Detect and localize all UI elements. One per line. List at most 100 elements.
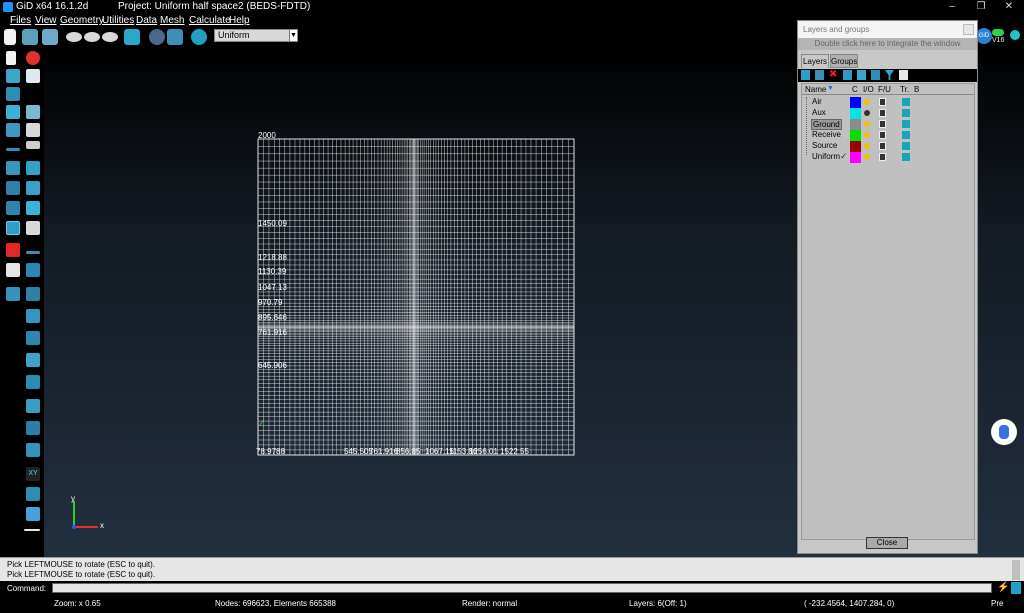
gid-badge-icon[interactable]: GiD [976, 28, 992, 44]
folder-icon[interactable] [26, 181, 40, 195]
layer-name[interactable]: Air [811, 97, 823, 106]
delete-x-icon[interactable] [6, 243, 20, 257]
chevron-down-icon[interactable]: ▼ [289, 30, 297, 41]
lightbulb-icon[interactable] [864, 99, 870, 105]
minimize-icon[interactable]: – [938, 0, 966, 14]
zoom-in-icon[interactable] [6, 69, 20, 83]
maximize-icon[interactable]: ❐ [967, 0, 995, 14]
move-icon[interactable] [26, 221, 40, 235]
intersect-icon[interactable] [26, 353, 40, 367]
swap-icon[interactable] [26, 287, 40, 301]
erase-icon[interactable] [6, 263, 20, 277]
filter-icon[interactable] [885, 70, 894, 80]
render-mode-select[interactable]: Uniform ▼ [214, 29, 298, 42]
tab-groups[interactable]: Groups [830, 54, 858, 68]
layer-color-swatch[interactable] [850, 108, 861, 119]
measure-icon[interactable] [26, 421, 40, 435]
layer-name[interactable]: Ground [811, 119, 842, 130]
transparency-icon[interactable] [902, 131, 910, 139]
menu-data[interactable]: Data [136, 15, 157, 26]
layer-row[interactable]: Receive [802, 130, 976, 141]
eye-icon[interactable] [66, 32, 82, 42]
transparency-icon[interactable] [902, 98, 910, 106]
menu-view[interactable]: View [35, 15, 57, 26]
gear-icon[interactable] [191, 29, 207, 45]
menu-geometry[interactable]: Geometry [60, 15, 104, 26]
lock-icon[interactable] [879, 109, 886, 117]
floating-toggle-button[interactable] [991, 419, 1017, 445]
pan-icon[interactable] [6, 105, 20, 119]
menu-utilities[interactable]: Utilities [102, 15, 134, 26]
tab-layers[interactable]: Layers [801, 54, 829, 68]
open-folder-icon[interactable] [22, 29, 38, 45]
close-button[interactable]: Close [866, 537, 908, 549]
menu-files[interactable]: Files [10, 15, 31, 26]
close-window-icon[interactable]: ✕ [995, 0, 1023, 14]
select-icon[interactable] [26, 399, 40, 413]
lightbulb-icon[interactable] [864, 154, 870, 160]
info-icon[interactable] [26, 507, 40, 521]
layer-stack-icon[interactable] [857, 70, 866, 80]
rotate-icon[interactable] [6, 123, 20, 137]
lock-icon[interactable] [879, 131, 886, 139]
layer-row[interactable]: Uniform ✓ [802, 151, 976, 163]
layer-name[interactable]: Source [811, 141, 838, 150]
shape-icon[interactable] [26, 331, 40, 345]
send-to-layer-icon[interactable] [843, 70, 852, 80]
zoom-out-icon[interactable] [6, 87, 20, 101]
layer-icon[interactable] [26, 161, 40, 175]
lock-icon[interactable] [879, 153, 886, 161]
layer-color-swatch[interactable] [850, 130, 861, 141]
lock-icon[interactable] [879, 120, 886, 128]
layer-color-swatch[interactable] [850, 119, 861, 130]
panel-close-icon[interactable] [963, 24, 974, 35]
stop-icon[interactable] [26, 51, 40, 65]
layer-name[interactable]: Receive [811, 130, 842, 139]
mirror-icon[interactable] [26, 375, 40, 389]
layer-row[interactable]: Aux [802, 108, 976, 119]
divide-icon[interactable] [26, 251, 40, 254]
menu-calculate[interactable]: Calculate [189, 15, 231, 26]
new-file-icon[interactable] [4, 29, 16, 45]
layer-row[interactable]: Source [802, 141, 976, 152]
command-history-icon[interactable] [1011, 582, 1021, 594]
toggle-icon[interactable] [992, 29, 1004, 36]
transparency-icon[interactable] [902, 120, 910, 128]
cut-icon[interactable] [26, 309, 40, 323]
transparency-icon[interactable] [902, 153, 910, 161]
polyline-icon[interactable] [6, 201, 20, 215]
lightbulb-icon[interactable] [864, 143, 870, 149]
pre-status[interactable]: Pre [991, 599, 1003, 608]
surface-render-icon[interactable] [167, 29, 183, 45]
volume-icon[interactable] [26, 123, 40, 137]
integrate-window-bar[interactable]: Double click here to integrate the windo… [798, 38, 977, 50]
lightbulb-off-icon[interactable] [864, 110, 870, 116]
copy-icon[interactable] [26, 201, 40, 215]
new-page-icon[interactable] [6, 51, 16, 65]
new-child-layer-icon[interactable] [815, 70, 824, 80]
line-icon[interactable] [6, 148, 20, 151]
lightbulb-icon[interactable] [864, 132, 870, 138]
menu-mesh[interactable]: Mesh [160, 15, 184, 26]
lock-icon[interactable] [879, 142, 886, 150]
save-icon[interactable] [42, 29, 58, 45]
render-spheres-icon[interactable] [149, 29, 165, 45]
layer-name[interactable]: Uniform [811, 152, 841, 161]
s-curve-icon[interactable] [26, 263, 40, 277]
camera-icon[interactable] [124, 29, 140, 45]
delete-layer-icon[interactable]: ✖ [829, 70, 838, 80]
column-name[interactable]: Name [805, 85, 826, 94]
corner-icon[interactable] [26, 487, 40, 501]
spline-icon[interactable] [26, 141, 40, 149]
layer-name[interactable]: Aux [811, 108, 827, 117]
eye-icon-3[interactable] [102, 32, 118, 42]
lightning-icon[interactable]: ⚡ [997, 582, 1009, 593]
curve-icon[interactable] [6, 181, 20, 195]
arc-icon[interactable] [6, 161, 20, 175]
layer-color-swatch[interactable] [850, 97, 861, 108]
ruler-icon[interactable] [26, 443, 40, 457]
eye-icon-2[interactable] [84, 32, 100, 42]
properties-icon[interactable] [899, 70, 908, 80]
menu-help[interactable]: Help [229, 15, 250, 26]
transparency-icon[interactable] [902, 109, 910, 117]
